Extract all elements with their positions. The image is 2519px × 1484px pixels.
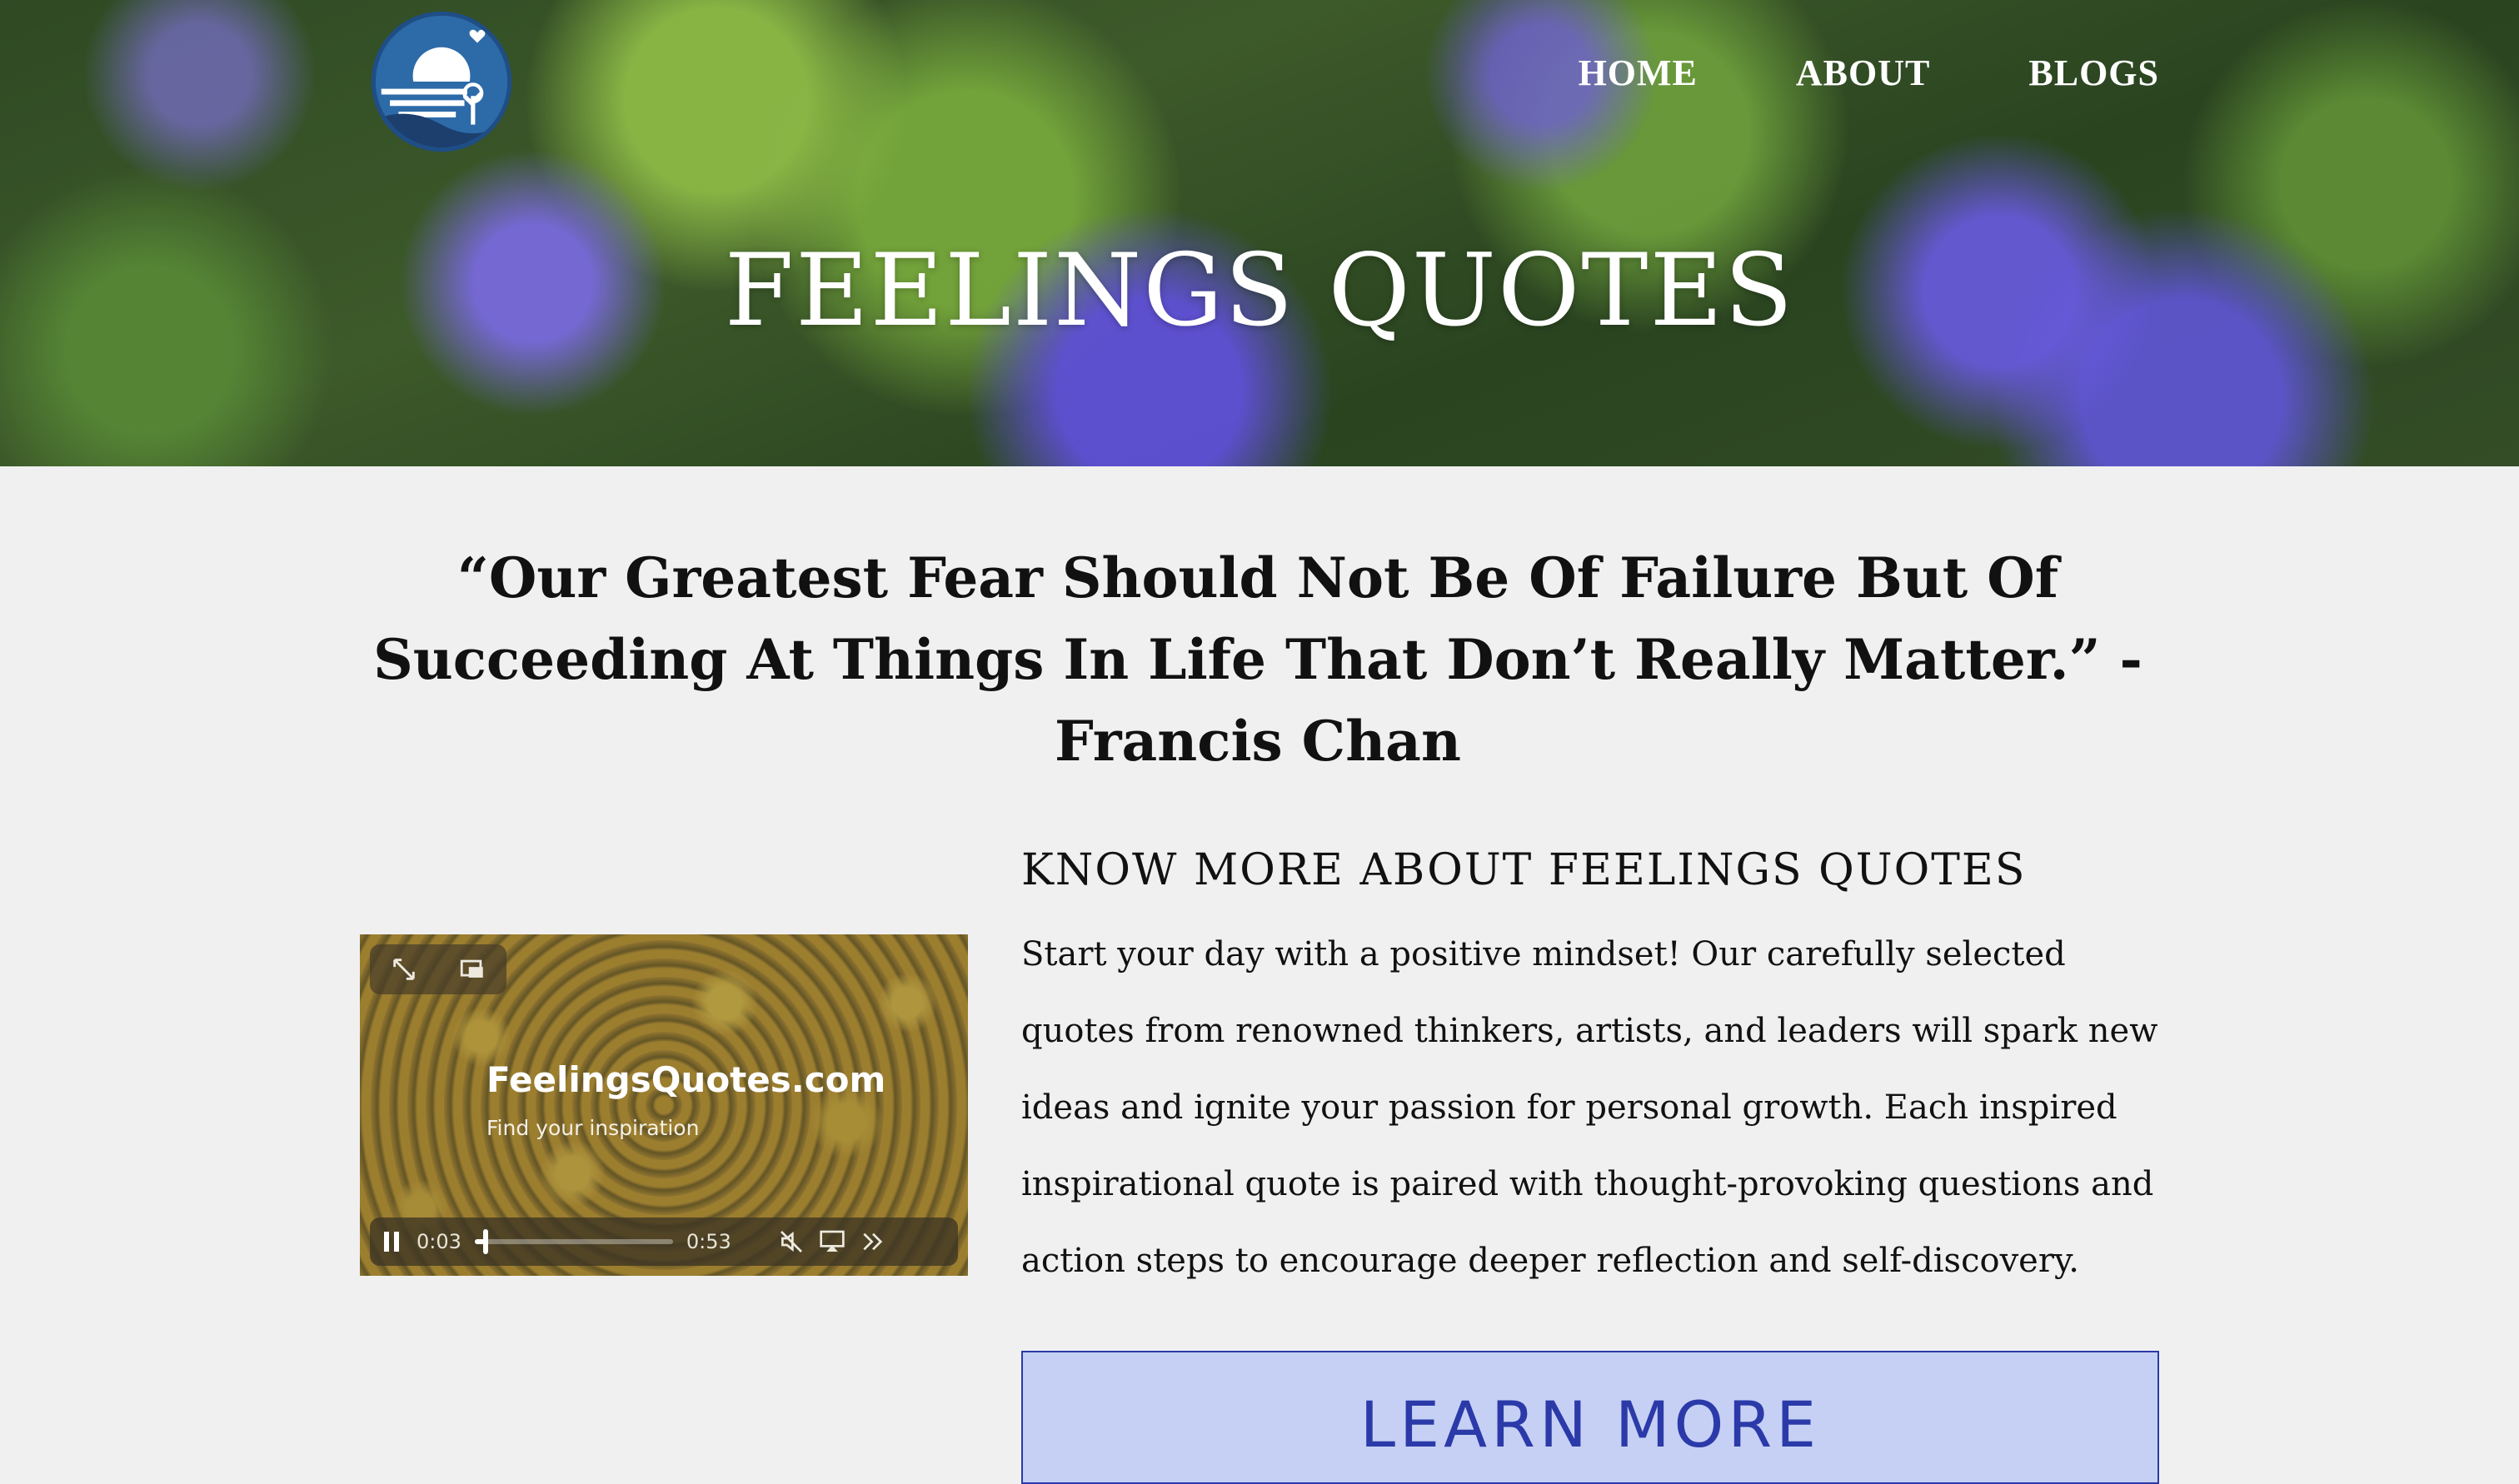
video-progress-handle[interactable] (483, 1229, 489, 1254)
about-heading: KNOW MORE ABOUT FEELINGS QUOTES (1021, 845, 2027, 895)
learn-more-button[interactable]: LEARN MORE (1021, 1351, 2159, 1484)
main-nav: HOME ABOUT BLOGS (1579, 52, 2159, 94)
video-progress-slider[interactable] (474, 1229, 673, 1254)
airplay-icon[interactable] (818, 1228, 846, 1255)
page-title: FEELINGS QUOTES (724, 233, 1795, 349)
video-control-bar: 0:03 0:53 (370, 1218, 958, 1266)
mute-icon[interactable] (778, 1228, 805, 1255)
expand-icon[interactable] (390, 955, 418, 984)
featured-quote: “Our Greatest Fear Should Not Be Of Fail… (373, 545, 2142, 774)
video-top-controls (370, 944, 506, 994)
site-logo[interactable] (370, 10, 513, 153)
nav-about[interactable]: ABOUT (1796, 52, 1930, 94)
pause-icon[interactable] (382, 1229, 403, 1254)
video-duration: 0:53 (686, 1230, 731, 1253)
hero-banner: HOME ABOUT BLOGS FEELINGS QUOTES (0, 0, 2519, 466)
video-brand-text: FeelingsQuotes.com (486, 1059, 886, 1100)
nav-blogs[interactable]: BLOGS (2028, 52, 2159, 94)
video-player[interactable]: FeelingsQuotes.com Find your inspiration… (360, 934, 968, 1276)
about-description: Start your day with a positive mindset! … (1021, 935, 2158, 1280)
video-current-time: 0:03 (417, 1230, 461, 1253)
video-tagline: Find your inspiration (486, 1116, 700, 1140)
nav-home[interactable]: HOME (1579, 52, 1698, 94)
picture-in-picture-icon[interactable] (458, 955, 486, 984)
more-options-icon[interactable] (860, 1228, 886, 1255)
